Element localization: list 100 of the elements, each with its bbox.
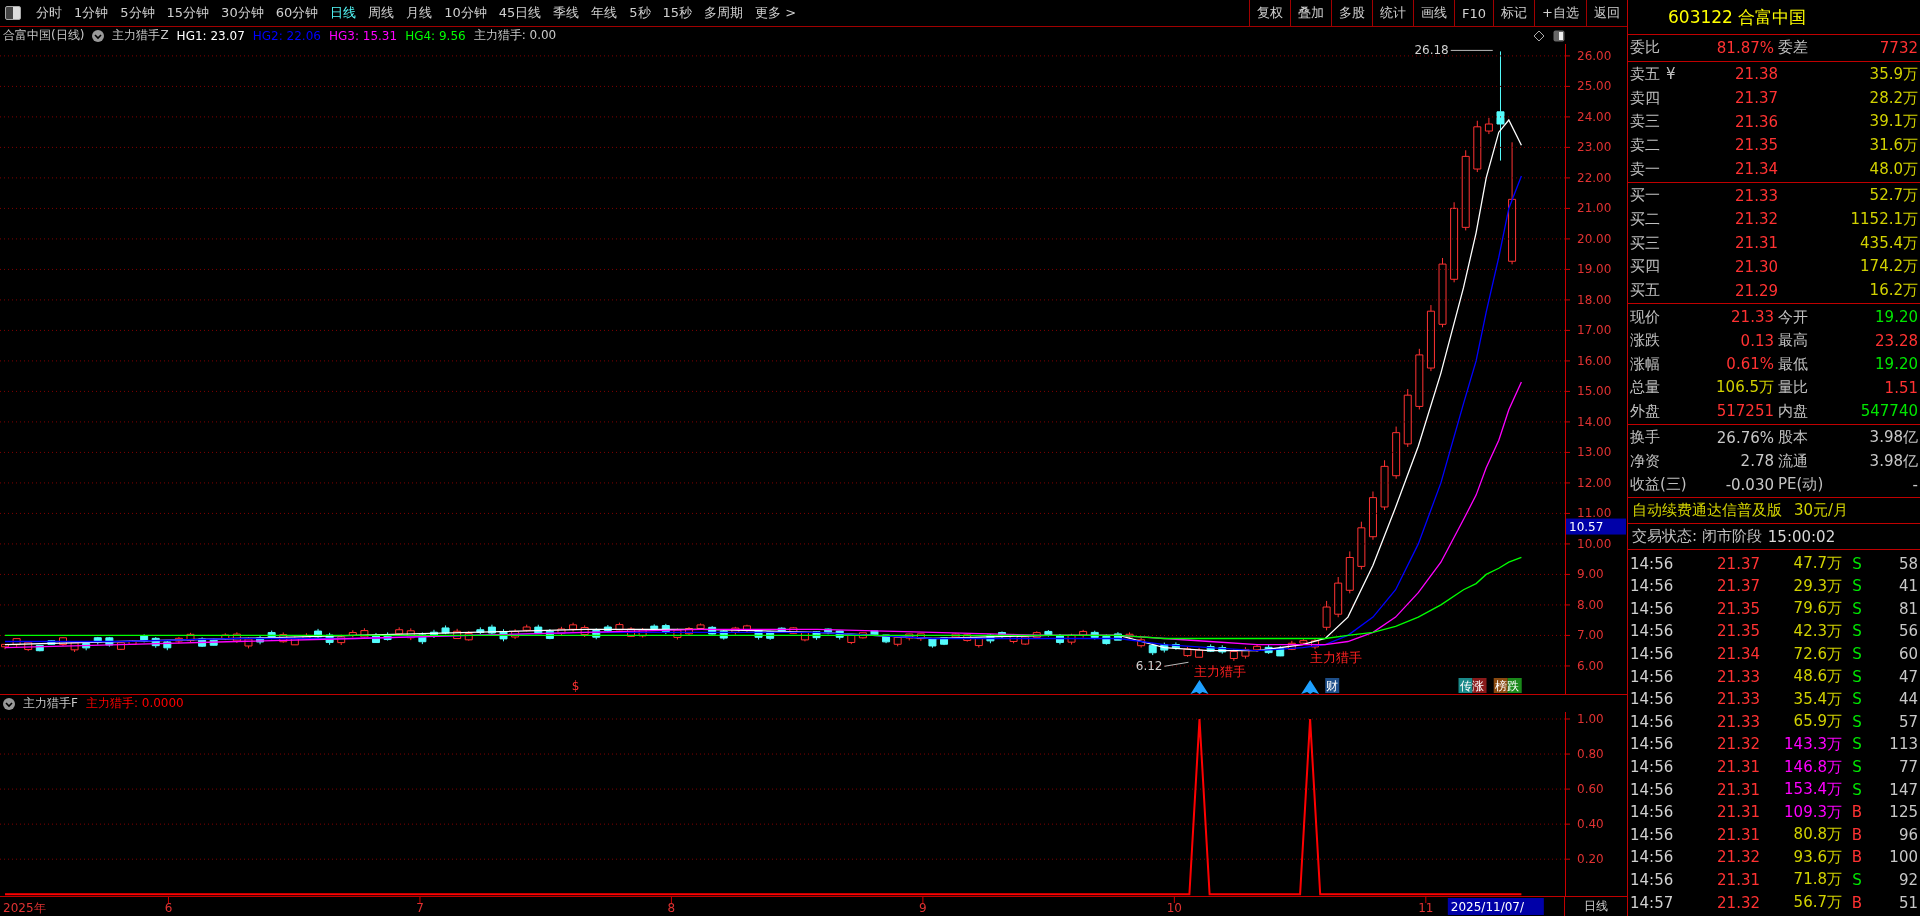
tick-count: 77 — [1897, 758, 1918, 776]
marker-tag[interactable]: 财 — [1325, 678, 1340, 693]
order-level-label: 买一 — [1630, 186, 1661, 206]
status-time: 15:00:02 — [1767, 527, 1836, 546]
tick-volume: 93.6万 — [1792, 847, 1842, 867]
toolbar-button[interactable]: F10 — [1454, 0, 1494, 26]
tick-price: 21.33 — [1716, 712, 1760, 731]
tick-side: B — [1850, 803, 1864, 822]
toolbar-button[interactable]: 叠加 — [1290, 0, 1332, 26]
field-value: 7732 — [1878, 38, 1918, 57]
period-tab[interactable]: 15秒 — [657, 2, 698, 24]
field-value: -0.030 — [1724, 475, 1774, 494]
period-tab[interactable]: 5分钟 — [115, 2, 160, 24]
field-label: 股本 — [1777, 428, 1809, 448]
field-value: 0.13 — [1739, 331, 1774, 350]
field-value: - — [1911, 475, 1918, 494]
toolbar-button[interactable]: 返回 — [1586, 0, 1627, 26]
tick-count: 96 — [1897, 825, 1918, 844]
field-value: 0.61% — [1725, 355, 1774, 374]
currency-mark: ¥ — [1666, 64, 1676, 84]
field-label: 量比 — [1777, 378, 1809, 398]
axis-label: 12.00 — [1577, 475, 1612, 490]
toolbar-button[interactable]: 标记 — [1493, 0, 1535, 26]
period-tab[interactable]: 5秒 — [624, 2, 656, 24]
order-level-label: 卖五 — [1630, 64, 1660, 84]
chevron-down-icon[interactable] — [3, 697, 15, 710]
tick-side: S — [1851, 554, 1863, 573]
period-tab[interactable]: 多周期 — [699, 2, 749, 24]
field-label: 最低 — [1777, 354, 1809, 374]
tick-volume: 72.6万 — [1792, 644, 1842, 664]
promo-text[interactable]: 自动续费通达信普及版 — [1632, 501, 1782, 521]
panel-toggle-icon[interactable] — [5, 6, 21, 20]
axis-label: 25.00 — [1577, 79, 1612, 94]
toolbar-button[interactable]: 画线 — [1413, 0, 1455, 26]
promo-price[interactable]: 30元/月 — [1794, 501, 1849, 521]
period-tab[interactable]: 30分钟 — [216, 2, 269, 24]
period-tab[interactable]: 日线 — [325, 2, 362, 24]
field-label: 外盘 — [1630, 401, 1661, 421]
tick-price: 21.35 — [1716, 622, 1760, 641]
tick-count: 100 — [1888, 848, 1918, 867]
axis-label: 8 — [667, 901, 676, 915]
panel-toggle-icon[interactable] — [1553, 29, 1565, 42]
axis-label: 24.00 — [1577, 109, 1612, 124]
order-price: 21.30 — [1734, 257, 1778, 276]
field-label: 委差 — [1777, 38, 1809, 58]
axis-label: 11.00 — [1577, 506, 1612, 521]
order-price: 21.38 — [1734, 65, 1778, 84]
tick-time: 14:56 — [1630, 645, 1675, 664]
period-tab[interactable]: 15分钟 — [161, 2, 215, 24]
tick-side: S — [1851, 577, 1863, 596]
tick-volume: 48.6万 — [1792, 667, 1842, 687]
legend-value: HG4: 9.56 — [405, 28, 466, 43]
order-volume: 48.0万 — [1868, 159, 1918, 179]
period-tab[interactable]: 季线 — [548, 2, 585, 24]
toolbar-button[interactable]: 复权 — [1249, 0, 1291, 26]
toolbar-button[interactable]: 多股 — [1331, 0, 1373, 26]
diamond-icon[interactable] — [1533, 29, 1545, 42]
period-tab[interactable]: 45日线 — [493, 2, 547, 24]
period-tab[interactable]: 年线 — [586, 2, 623, 24]
tick-volume: 109.3万 — [1783, 802, 1842, 822]
axis-label: 23.00 — [1577, 140, 1612, 155]
tick-side: S — [1851, 599, 1863, 618]
tick-volume: 65.9万 — [1792, 712, 1842, 732]
axis-label: 15.00 — [1577, 384, 1612, 399]
marker-tag[interactable]: $ — [571, 679, 580, 693]
legend-value: 主力猎手: 0.00 — [473, 27, 557, 44]
period-tab[interactable]: 更多 > — [750, 2, 802, 24]
tick-price: 21.33 — [1716, 690, 1760, 709]
tick-price: 21.32 — [1716, 893, 1760, 912]
field-label: 涨跌 — [1630, 331, 1661, 351]
period-tab[interactable]: 月线 — [401, 2, 438, 24]
chevron-down-icon[interactable] — [92, 29, 105, 42]
field-value: 81.87% — [1715, 38, 1774, 57]
axis-label: 9 — [919, 901, 927, 915]
tick-time: 14:56 — [1630, 667, 1675, 686]
tick-volume: 79.6万 — [1792, 599, 1842, 619]
toolbar-button[interactable]: +自选 — [1534, 0, 1586, 26]
order-volume: 174.2万 — [1859, 257, 1918, 277]
order-volume: 52.7万 — [1868, 186, 1918, 206]
tick-time: 14:56 — [1630, 712, 1675, 731]
period-tab[interactable]: 分时 — [31, 2, 67, 24]
axis-label: 7.00 — [1577, 628, 1604, 643]
period-tab[interactable]: 1分钟 — [69, 2, 114, 24]
tick-price: 21.31 — [1716, 803, 1760, 822]
tick-side: S — [1851, 690, 1863, 709]
field-value: 106.5万 — [1715, 378, 1774, 398]
field-value: 2.78 — [1739, 452, 1774, 471]
tick-count: 147 — [1888, 780, 1918, 799]
signal-label: 主力猎手 — [1310, 650, 1363, 665]
period-tab[interactable]: 周线 — [363, 2, 400, 24]
tick-time: 14:56 — [1630, 690, 1675, 709]
order-level-label: 买二 — [1630, 209, 1661, 229]
axis-label: 19.00 — [1577, 262, 1612, 277]
toolbar-button[interactable]: 统计 — [1372, 0, 1414, 26]
period-tab[interactable]: 10分钟 — [439, 2, 492, 24]
legend-value: HG3: 15.31 — [328, 28, 398, 43]
axis-label: 21.00 — [1577, 201, 1612, 216]
tick-count: 57 — [1897, 712, 1918, 731]
period-tab[interactable]: 60分钟 — [270, 2, 324, 24]
field-value: 517251 — [1715, 402, 1774, 421]
